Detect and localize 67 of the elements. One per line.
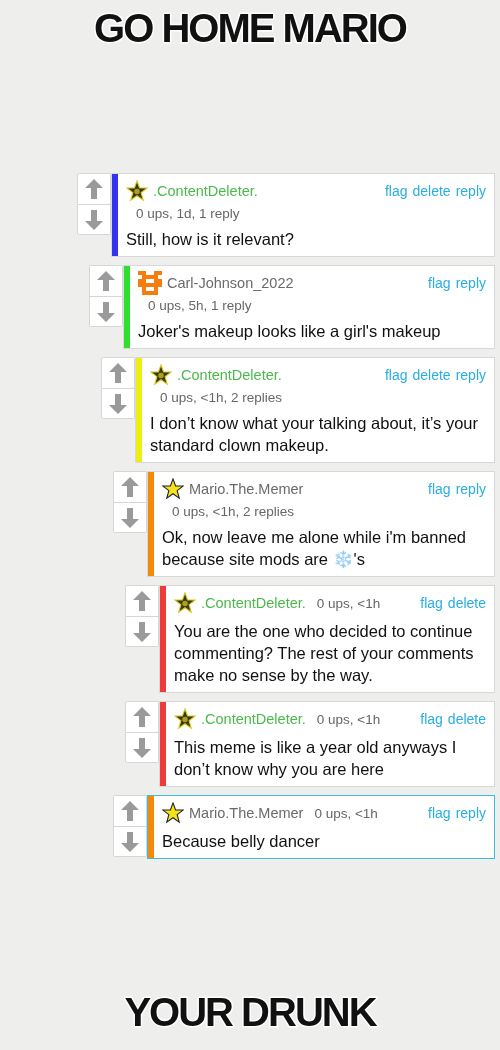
- comment-meta: 0 ups, <1h: [314, 805, 378, 821]
- up-arrow-icon: [133, 707, 151, 727]
- star-icon: [162, 478, 184, 500]
- comment-meta: 0 ups, <1h: [316, 595, 381, 611]
- action-link[interactable]: flag: [420, 595, 443, 611]
- action-link[interactable]: delete: [447, 711, 486, 727]
- down-arrow-icon: [109, 393, 127, 414]
- downvote-button[interactable]: [90, 296, 122, 326]
- comment-text: This meme is like a year old anyways I don’t know why you are here: [174, 737, 458, 780]
- comment-meta: 0 ups, 5h, 1 reply: [147, 297, 253, 315]
- action-link[interactable]: flag: [428, 481, 451, 497]
- comment-text: Joker's makeup looks like a girl's makeup: [138, 321, 442, 342]
- up-arrow-icon: [109, 363, 127, 383]
- down-arrow-icon: [133, 737, 151, 758]
- action-link[interactable]: flag: [428, 805, 451, 821]
- down-arrow-icon: [85, 209, 103, 230]
- star-badge-icon: [150, 364, 172, 386]
- action-link[interactable]: delete: [412, 183, 451, 199]
- username[interactable]: .ContentDeleter.: [201, 595, 306, 611]
- downvote-button[interactable]: [126, 616, 158, 646]
- up-arrow-icon: [133, 591, 151, 611]
- star-icon: [162, 802, 184, 824]
- up-arrow-icon: [85, 179, 103, 199]
- username[interactable]: .ContentDeleter.: [177, 367, 282, 383]
- comment-meta: 0 ups, <1h: [316, 711, 381, 727]
- action-link[interactable]: reply: [455, 367, 486, 383]
- comment-meta: 0 ups, <1h, 2 replies: [159, 389, 283, 407]
- down-arrow-icon: [121, 831, 139, 852]
- comment-text: Still, how is it relevant?: [126, 229, 295, 250]
- action-link[interactable]: reply: [455, 481, 486, 497]
- username[interactable]: Mario.The.Memer: [189, 805, 304, 821]
- action-link[interactable]: flag: [428, 275, 451, 291]
- username[interactable]: Mario.The.Memer: [189, 481, 304, 497]
- action-link[interactable]: reply: [455, 183, 486, 199]
- comment-text: I don’t know what your talking about, it’s your standard clown makeup.: [150, 413, 480, 456]
- star-badge-icon: [174, 592, 196, 614]
- action-link[interactable]: flag: [384, 367, 408, 383]
- downvote-button[interactable]: [102, 388, 134, 418]
- downvote-button[interactable]: [126, 732, 158, 762]
- action-link[interactable]: reply: [455, 805, 486, 821]
- up-arrow-icon: [121, 801, 139, 821]
- action-link[interactable]: flag: [420, 711, 443, 727]
- star-badge-icon: [174, 708, 196, 730]
- meme-caption: GO HOME MARIO: [94, 6, 406, 50]
- up-arrow-icon: [121, 477, 139, 497]
- action-link[interactable]: flag: [384, 183, 408, 199]
- username[interactable]: .ContentDeleter.: [201, 711, 306, 727]
- comment-meta: 0 ups, <1h, 2 replies: [171, 503, 295, 521]
- action-link[interactable]: delete: [412, 367, 451, 383]
- downvote-button[interactable]: [78, 204, 110, 234]
- downvote-button[interactable]: [114, 826, 146, 856]
- down-arrow-icon: [133, 621, 151, 642]
- comment-text: You are the one who decided to continue commenting? The rest of your comments make no sense by the way.: [174, 621, 475, 686]
- action-link[interactable]: reply: [455, 275, 486, 291]
- comment-meta: 0 ups, 1d, 1 reply: [135, 205, 241, 223]
- comment-text: Ok, now leave me alone while i'm banned because site mods are ❄'s: [162, 527, 467, 570]
- comment-text: Because belly dancer: [162, 831, 321, 852]
- meme-caption: YOUR DRUNK: [124, 990, 376, 1034]
- star-badge-icon: [126, 180, 148, 202]
- action-link[interactable]: delete: [447, 595, 486, 611]
- username[interactable]: Carl-Johnson_2022: [167, 275, 294, 291]
- down-arrow-icon: [97, 301, 115, 322]
- down-arrow-icon: [121, 507, 139, 528]
- downvote-button[interactable]: [114, 502, 146, 532]
- username[interactable]: .ContentDeleter.: [153, 183, 258, 199]
- up-arrow-icon: [97, 271, 115, 291]
- pixel-avatar-icon: [138, 271, 162, 295]
